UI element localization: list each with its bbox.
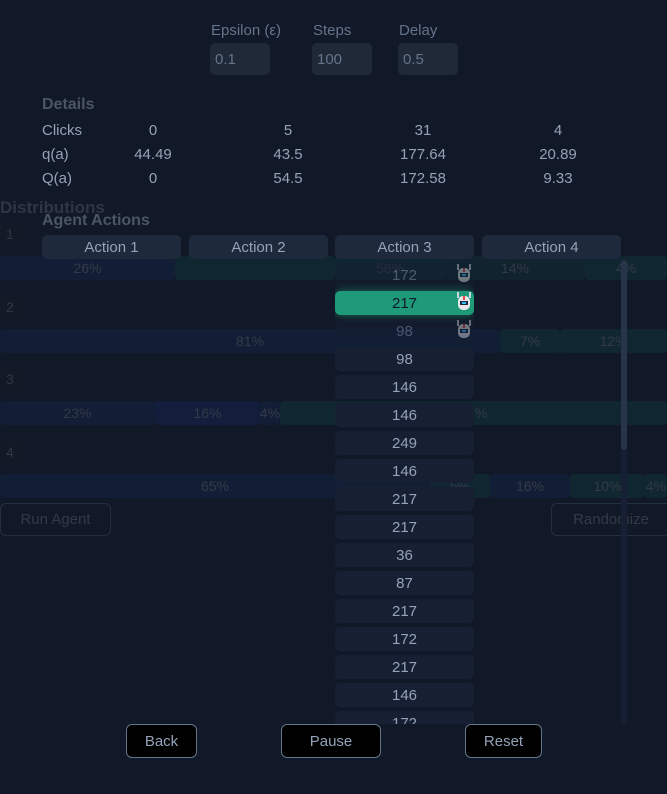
action-value-item[interactable]: 36 (335, 543, 474, 567)
steps-input[interactable]: 100 (312, 43, 372, 75)
action-value: 146 (391, 378, 418, 396)
epsilon-input[interactable]: 0.1 (210, 43, 270, 75)
distribution-segment: 23% (0, 401, 155, 425)
details-cell: 54.5 (273, 170, 303, 187)
action-value-item[interactable]: 217 (335, 291, 474, 315)
distribution-segment: 4% (645, 474, 667, 498)
action-value-item[interactable]: 217 (335, 599, 474, 623)
action-value: 217 (391, 294, 418, 312)
distribution-segment: 16% (155, 401, 260, 425)
action-value-item[interactable]: 172 (335, 263, 474, 287)
action-2-header[interactable]: Action 2 (189, 235, 328, 259)
distribution-segment: 26% (0, 256, 175, 280)
distribution-row-label: 1 (0, 222, 26, 246)
details-cell: 20.89 (539, 146, 577, 163)
action-value: 249 (391, 434, 418, 452)
action-value-item[interactable]: 146 (335, 403, 474, 427)
details-cell: 43.5 (273, 146, 303, 163)
action-3-header[interactable]: Action 3 (335, 235, 474, 259)
action-value: 217 (391, 490, 418, 508)
details-cell: 9.33 (543, 170, 573, 187)
details-row-label: q(a) (42, 146, 69, 163)
distribution-segment: 10% (570, 474, 645, 498)
action-value-item[interactable]: 172 (335, 711, 474, 724)
action-value-item[interactable]: 249 (335, 431, 474, 455)
robot-icon (456, 264, 472, 284)
distribution-bar: 81% 7% 12% (0, 329, 667, 353)
action-value-item[interactable]: 146 (335, 375, 474, 399)
action-value: 87 (396, 574, 413, 592)
action-value-item[interactable]: 146 (335, 683, 474, 707)
action-value: 146 (391, 686, 418, 704)
details-row-label: Clicks (42, 122, 82, 139)
details-cell: 172.58 (400, 170, 446, 187)
distribution-bar: 65% 5% 16% 10% 4% (0, 474, 667, 498)
distribution-segment: 4% (260, 401, 280, 425)
action-value-item[interactable]: 217 (335, 487, 474, 511)
pause-button[interactable]: Pause (281, 724, 381, 758)
distribution-bar: 26%56%14%4% (0, 256, 667, 280)
agent-actions-title: Agent Actions (42, 212, 150, 229)
action-value-item[interactable]: 98 (335, 347, 474, 371)
details-row-label: Q(a) (42, 170, 72, 187)
action-value: 217 (391, 602, 418, 620)
distribution-segment: 12% (560, 329, 667, 353)
action-value-item[interactable]: 217 (335, 515, 474, 539)
robot-icon (456, 292, 472, 312)
steps-label: Steps (313, 22, 352, 39)
details-cell: 44.49 (134, 146, 172, 163)
distribution-row-label: 3 (0, 367, 26, 391)
details-cell: 0 (148, 122, 158, 139)
action-value: 146 (391, 406, 418, 424)
action-value: 172 (391, 714, 418, 725)
run-agent-button[interactable]: Run Agent (0, 503, 111, 536)
back-button[interactable]: Back (126, 724, 197, 758)
scrollbar-thumb[interactable] (621, 260, 627, 450)
distribution-bar: 23%16%4%57% (0, 401, 667, 425)
action-value-item[interactable]: 217 (335, 655, 474, 679)
reset-button[interactable]: Reset (465, 724, 542, 758)
details-cell: 177.64 (400, 146, 446, 163)
details-cell: 0 (148, 170, 158, 187)
robot-icon (456, 320, 472, 340)
delay-label: Delay (399, 22, 438, 39)
action-value: 217 (391, 518, 418, 536)
action-value: 98 (396, 350, 413, 368)
action-value-item[interactable]: 172 (335, 627, 474, 651)
action-value: 146 (391, 462, 418, 480)
action-value-item[interactable]: 98 (335, 319, 474, 343)
action-value-item[interactable]: 146 (335, 459, 474, 483)
action-value-item[interactable]: 87 (335, 571, 474, 595)
distribution-segment (175, 256, 335, 280)
distribution-segment: 16% (490, 474, 570, 498)
action-value: 36 (396, 546, 413, 564)
action-1-header[interactable]: Action 1 (42, 235, 181, 259)
action-value: 172 (391, 630, 418, 648)
action-value: 98 (396, 322, 413, 340)
action-4-header[interactable]: Action 4 (482, 235, 621, 259)
action-3-list[interactable]: 172 217 98 98 146 146 249 146 217 217 36 87 217 172 21… (335, 260, 474, 724)
distribution-row-label: 4 (0, 440, 26, 464)
distribution-segment: 7% (500, 329, 560, 353)
action-value: 217 (391, 658, 418, 676)
details-title: Details (42, 96, 95, 113)
distribution-row-label: 2 (0, 295, 26, 319)
details-cell: 4 (553, 122, 563, 139)
randomize-button[interactable]: Randomize (551, 503, 667, 536)
details-cell: 5 (283, 122, 293, 139)
details-cell: 31 (414, 122, 432, 139)
epsilon-label: Epsilon (ε) (211, 22, 282, 39)
action-value: 172 (391, 266, 418, 284)
delay-input[interactable]: 0.5 (398, 43, 458, 75)
